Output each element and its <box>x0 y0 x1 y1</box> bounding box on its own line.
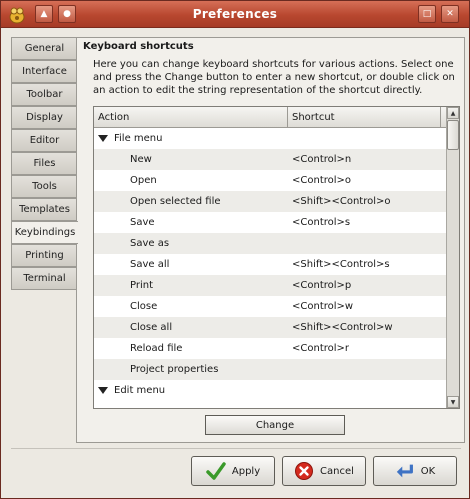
action-label: Save all <box>130 259 170 270</box>
shortcut-cell: <Shift><Control>s <box>292 259 390 270</box>
expander-triangle-icon[interactable] <box>98 387 108 394</box>
action-cell: Save as <box>94 238 288 249</box>
action-cell: Project properties <box>94 364 288 375</box>
cancel-button[interactable]: Cancel <box>282 456 366 486</box>
tab-printing[interactable]: Printing <box>11 244 77 267</box>
tree-group-row[interactable]: Edit menu <box>94 380 446 401</box>
action-cell: Close all <box>94 322 288 333</box>
ok-button[interactable]: OK <box>373 456 457 486</box>
table-row[interactable]: Close <Control>w <box>94 296 446 317</box>
shortcut-cell: <Control>r <box>292 343 350 354</box>
table-row[interactable]: Save <Control>s <box>94 212 446 233</box>
keybindings-page: Keyboard shortcuts Here you can change k… <box>76 37 465 443</box>
tab-toolbar[interactable]: Toolbar <box>11 83 77 106</box>
apply-button[interactable]: Apply <box>191 456 275 486</box>
scrollbar-thumb[interactable] <box>447 120 459 150</box>
expander-triangle-icon[interactable] <box>98 135 108 142</box>
shortcut-cell: <Control>o <box>292 175 352 186</box>
scroll-up-icon[interactable]: ▲ <box>447 107 459 119</box>
table-row[interactable]: New <Control>n <box>94 149 446 170</box>
column-header-action[interactable]: Action <box>94 107 288 128</box>
table-row[interactable]: Print <Control>p <box>94 275 446 296</box>
shortcuts-tree[interactable]: Action Shortcut File menu New <Control>n Op… <box>93 106 460 409</box>
action-label: Reload file <box>130 343 183 354</box>
title-bar[interactable]: ▲ ● Preferences □ ✕ <box>1 1 469 28</box>
ok-label: OK <box>420 465 436 477</box>
action-label: Save as <box>130 238 170 249</box>
vertical-scrollbar[interactable]: ▲ ▼ <box>446 107 459 408</box>
shortcut-cell: <Control>n <box>292 154 352 165</box>
tab-interface[interactable]: Interface <box>11 60 77 83</box>
cancel-label: Cancel <box>320 465 354 477</box>
change-button[interactable]: Change <box>205 415 345 435</box>
tree-header: Action Shortcut <box>94 107 446 128</box>
apply-label: Apply <box>231 465 261 477</box>
tab-tools[interactable]: Tools <box>11 175 77 198</box>
scroll-down-icon[interactable]: ▼ <box>447 396 459 408</box>
action-cell: Close <box>94 301 288 312</box>
action-cell: Save <box>94 217 288 228</box>
section-title: Keyboard shortcuts <box>83 41 194 52</box>
tab-display[interactable]: Display <box>11 106 77 129</box>
tab-general[interactable]: General <box>11 37 77 60</box>
maximize-icon[interactable]: □ <box>418 5 436 23</box>
tab-editor[interactable]: Editor <box>11 129 77 152</box>
shortcut-cell: <Shift><Control>w <box>292 322 393 333</box>
tab-keybindings[interactable]: Keybindings <box>11 221 78 244</box>
table-row[interactable]: Close all <Shift><Control>w <box>94 317 446 338</box>
tab-files[interactable]: Files <box>11 152 77 175</box>
action-cell: Open <box>94 175 288 186</box>
checkmark-icon <box>206 461 226 481</box>
table-row[interactable]: Project properties <box>94 359 446 380</box>
action-cell: Print <box>94 280 288 291</box>
action-cell: Edit menu <box>94 385 288 396</box>
action-cell: Save all <box>94 259 288 270</box>
shortcut-cell: <Control>w <box>292 301 354 312</box>
preferences-window: ▲ ● Preferences □ ✕ General Interface To… <box>0 0 470 499</box>
action-label: File menu <box>114 133 163 144</box>
table-row[interactable]: Open <Control>o <box>94 170 446 191</box>
tab-templates[interactable]: Templates <box>11 198 77 221</box>
tab-terminal[interactable]: Terminal <box>11 267 77 290</box>
change-button-label: Change <box>255 419 295 431</box>
description-text: Here you can change keyboard shortcuts f… <box>93 59 455 96</box>
action-label: Save <box>130 217 155 228</box>
table-row[interactable]: Save as <box>94 233 446 254</box>
action-label: Close <box>130 301 158 312</box>
window-title: Preferences <box>192 7 278 21</box>
action-label: Edit menu <box>114 385 166 396</box>
table-row[interactable]: Save all <Shift><Control>s <box>94 254 446 275</box>
action-cell: File menu <box>94 133 288 144</box>
shortcut-cell: <Control>p <box>292 280 352 291</box>
shortcut-cell: <Shift><Control>o <box>292 196 391 207</box>
enter-arrow-icon <box>395 461 415 481</box>
preferences-tabs: General Interface Toolbar Display Editor… <box>11 37 78 290</box>
action-cell: New <box>94 154 288 165</box>
close-icon[interactable]: ✕ <box>441 5 459 23</box>
action-cell: Open selected file <box>94 196 288 207</box>
shortcut-cell: <Control>s <box>292 217 351 228</box>
button-separator <box>11 448 461 449</box>
cancel-icon <box>294 461 314 481</box>
table-row[interactable]: Reload file <Control>r <box>94 338 446 359</box>
action-label: Open <box>130 175 157 186</box>
action-cell: Reload file <box>94 343 288 354</box>
action-label: Print <box>130 280 154 291</box>
table-row[interactable]: Open selected file <Shift><Control>o <box>94 191 446 212</box>
tree-group-row[interactable]: File menu <box>94 128 446 149</box>
action-label: Open selected file <box>130 196 221 207</box>
action-label: Close all <box>130 322 173 333</box>
action-label: Project properties <box>130 364 219 375</box>
column-header-shortcut[interactable]: Shortcut <box>288 107 441 128</box>
shortcut-rows: File menu New <Control>n Open <Control>o Open… <box>94 128 446 401</box>
action-label: New <box>130 154 152 165</box>
